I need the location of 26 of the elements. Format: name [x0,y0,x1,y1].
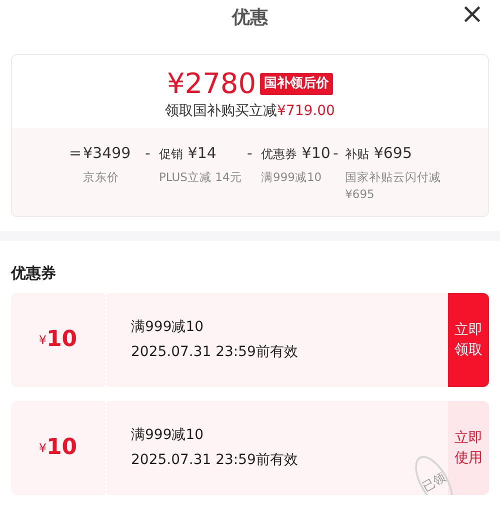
coupon-condition: 满999减10 [131,318,204,336]
operator-sign: - [145,143,152,164]
discount-summary: 领取国补购买立减¥719.00 [164,102,336,121]
coupon-value: ¥10 [11,400,107,494]
price-component: ¥3499 [83,143,131,164]
use-button[interactable]: 立即使用 [448,400,489,494]
claim-button[interactable]: 立即领取 [448,292,489,386]
operator-sign: - [333,143,340,164]
component-description: PLUS立减 14元 [159,168,242,186]
component-description: 满999减10 [261,168,323,186]
operator-sign: = [69,143,83,164]
coupon-value: ¥10 [11,292,107,386]
final-price: ¥2780 [166,67,256,101]
coupon-condition: 满999减10 [131,426,204,444]
component-description: 国家补贴云闪付减¥695 [345,168,442,202]
coupon-validity: 2025.07.31 23:59前有效 [131,450,298,470]
section-title: 优惠券 [11,263,57,284]
dialog-title: 优惠 [232,6,268,30]
price-component: 优惠券 ¥10 [261,143,330,164]
component-description: 京东价 [83,168,120,186]
close-button[interactable]: × [460,0,484,28]
price-component: 补贴 ¥695 [345,143,414,164]
price-tag: 国补领后价 [260,73,334,95]
operator-sign: - [247,143,254,164]
coupon-validity: 2025.07.31 23:59前有效 [131,342,298,362]
price-component: 促销 ¥14 [159,143,218,164]
